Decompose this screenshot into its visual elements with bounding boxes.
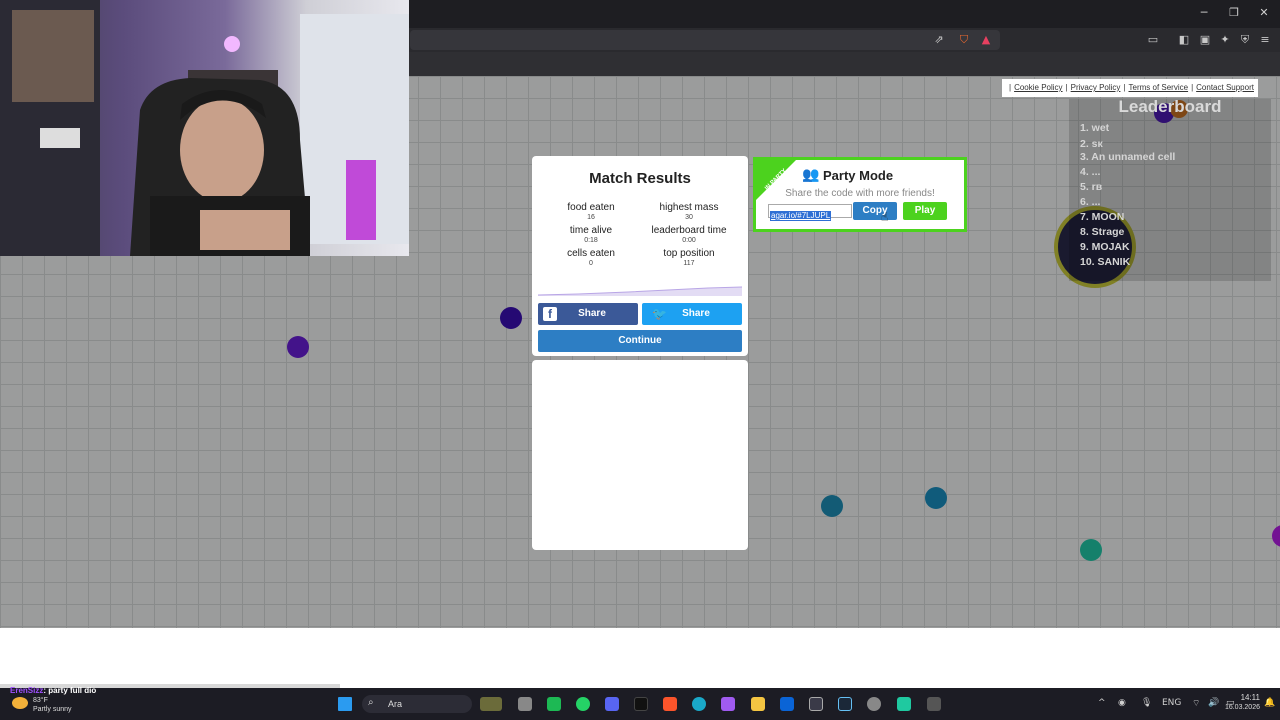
- footer-links: | Cookie Policy | Privacy Policy | Terms of S…: [1002, 79, 1258, 97]
- volume-icon[interactable]: 🔊: [1208, 698, 1219, 708]
- chat-user: ErenSizz: [10, 686, 44, 695]
- party-users-icon: 👥: [802, 167, 820, 183]
- weather-temp: 83°F: [33, 697, 48, 704]
- edge-icon[interactable]: [692, 697, 706, 711]
- cursor-hand-icon: ☝: [881, 210, 889, 224]
- terminal-icon[interactable]: [634, 697, 648, 711]
- twitter-share-label: Share: [682, 308, 710, 319]
- clock-date[interactable]: 16.03.2026: [1222, 704, 1260, 711]
- webcam-scene: [0, 0, 409, 256]
- taskbar-search[interactable]: ⌕ Ara: [362, 695, 472, 713]
- share-icon[interactable]: ⇗: [932, 33, 946, 47]
- stat-label: food eaten: [567, 202, 615, 213]
- play-button[interactable]: Play: [903, 202, 947, 220]
- party-mode-title: Party Mode: [823, 168, 894, 183]
- vpn-icon[interactable]: ⛨: [1238, 33, 1252, 47]
- privacy-policy-link[interactable]: Privacy Policy: [1071, 83, 1121, 92]
- leaderboard-row: 2. sк: [1080, 138, 1103, 150]
- ad-panel: [532, 360, 748, 550]
- continue-button[interactable]: Continue: [538, 330, 742, 352]
- stat-label: highest mass: [659, 202, 719, 213]
- mass-graph: [538, 286, 742, 296]
- minimize-icon[interactable]: ─: [1194, 6, 1214, 19]
- leaderboard-row: 8. Strage: [1080, 226, 1125, 238]
- contact-support-link[interactable]: Contact Support: [1196, 83, 1254, 92]
- brave-icon[interactable]: [663, 697, 677, 711]
- twitter-share-button[interactable]: 🐦 Share: [642, 303, 742, 325]
- task-view-icon[interactable]: [518, 697, 532, 711]
- xbox-icon[interactable]: [547, 697, 561, 711]
- leaderboard-row: 3. An unnamed cell: [1080, 151, 1176, 163]
- party-code-input[interactable]: agar.io/#7LJUPL: [768, 204, 852, 221]
- discord-icon[interactable]: [605, 697, 619, 711]
- stat-value: 0: [589, 260, 593, 267]
- stat-value: 16: [587, 214, 595, 221]
- settings-gear-icon[interactable]: [867, 697, 881, 711]
- language-indicator[interactable]: ENG: [1162, 698, 1181, 708]
- windows-start-icon[interactable]: [338, 697, 352, 711]
- tray-chevron-icon[interactable]: ^: [1098, 698, 1106, 708]
- leaderboard-title: Leaderboard: [1118, 97, 1222, 116]
- leaderboard-row: 10. SANIK: [1080, 256, 1131, 268]
- calculator-icon[interactable]: [927, 697, 941, 711]
- wallet-icon[interactable]: ▣: [1198, 33, 1212, 47]
- stat-value: 0:18: [584, 237, 598, 244]
- rewards-icon[interactable]: ▲: [979, 33, 993, 47]
- search-label: Ara: [388, 699, 403, 709]
- party-code-text: agar.io/#7LJUPL: [770, 211, 832, 221]
- network-icon[interactable]: ◉: [1118, 698, 1126, 708]
- close-icon[interactable]: ✕: [1254, 6, 1274, 19]
- clock-time[interactable]: 14:11: [1230, 693, 1260, 702]
- stat-label: time alive: [569, 225, 613, 236]
- stat-label: leaderboard time: [651, 225, 727, 236]
- weather-icon: [12, 697, 28, 709]
- stat-value: 0:00: [682, 237, 696, 244]
- facebook-icon: f: [543, 307, 557, 321]
- whatsapp-icon[interactable]: [576, 697, 590, 711]
- chat-overlay: ErenSizz: party full dio: [10, 686, 96, 695]
- party-mode-subtitle: Share the code with more friends!: [785, 188, 935, 199]
- twitter-icon: 🐦: [652, 307, 667, 321]
- leaderboard-row: 7. MOON: [1080, 211, 1125, 223]
- notification-bell-icon[interactable]: 🔔: [1264, 698, 1275, 708]
- chat-message: : party full dio: [43, 686, 97, 695]
- reader-icon[interactable]: ▭: [1146, 33, 1160, 47]
- ai-icon[interactable]: ✦: [1218, 33, 1232, 47]
- facebook-share-button[interactable]: f Share: [538, 303, 638, 325]
- maximize-icon[interactable]: ❐: [1224, 6, 1244, 19]
- stat-label: cells eaten: [567, 248, 615, 259]
- steam-icon[interactable]: [838, 697, 852, 711]
- leaderboard-row: 5. rв: [1080, 181, 1103, 193]
- stat-value: 30: [685, 214, 693, 221]
- widgets-icon[interactable]: [480, 697, 502, 711]
- match-results-title: Match Results: [589, 170, 691, 187]
- copilot-icon[interactable]: [721, 697, 735, 711]
- lower-area: [0, 628, 1280, 688]
- sidebar-icon[interactable]: ◧: [1177, 33, 1191, 47]
- webcam-overlay: [0, 0, 409, 256]
- leaderboard-row: 1. wet: [1080, 122, 1110, 134]
- leaderboard-row: 4. ...: [1080, 166, 1101, 178]
- wifi-icon[interactable]: ⌔: [1192, 698, 1200, 709]
- microphone-icon[interactable]: 🎙: [1141, 698, 1152, 708]
- weather-text[interactable]: Partly sunny: [33, 706, 72, 713]
- search-icon: ⌕: [368, 697, 374, 708]
- cookie-policy-link[interactable]: Cookie Policy: [1014, 83, 1062, 92]
- terms-link[interactable]: Terms of Service: [1129, 83, 1189, 92]
- brave-shield-icon[interactable]: ⛉: [957, 33, 971, 47]
- leaderboard-row: 6. ...: [1080, 196, 1101, 208]
- address-bar[interactable]: [410, 30, 1000, 50]
- copy-button[interactable]: Copy: [853, 202, 897, 220]
- app-icon[interactable]: [897, 697, 911, 711]
- store-icon[interactable]: [809, 697, 823, 711]
- stat-value: 117: [683, 260, 695, 267]
- facebook-share-label: Share: [578, 308, 606, 319]
- menu-icon[interactable]: ≡: [1258, 33, 1272, 47]
- stat-label: top position: [663, 248, 715, 259]
- file-explorer-icon[interactable]: [751, 697, 765, 711]
- leaderboard: Leaderboard 1. wet 2. sк 3. An unnamed c…: [1069, 97, 1271, 281]
- leaderboard-row: 9. MOJAK: [1080, 241, 1130, 253]
- mail-icon[interactable]: [780, 697, 794, 711]
